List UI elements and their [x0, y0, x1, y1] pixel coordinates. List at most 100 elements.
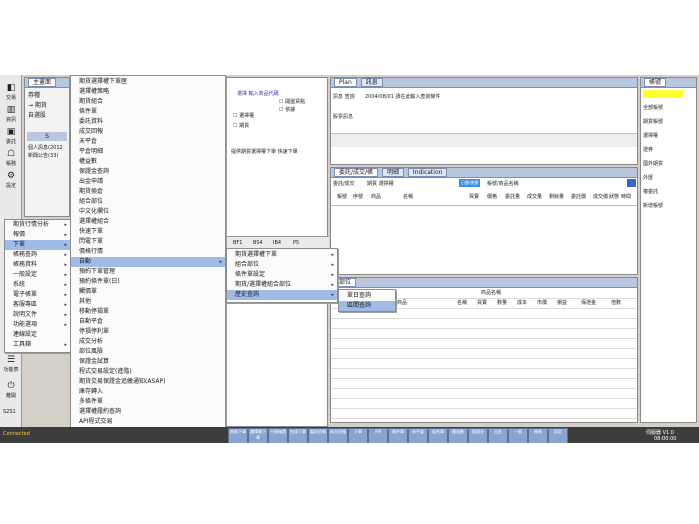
left-row-2[interactable]: → 期貨	[28, 100, 47, 109]
auto-submenu-item-4[interactable]: 歷史查詢 ▸	[227, 290, 337, 300]
main-menu-item-6[interactable]: 系統 ▸	[5, 280, 70, 290]
taskbar-button-0[interactable]: 期貨下單	[228, 428, 248, 443]
history-submenu-item-1[interactable]: 區間查詢	[339, 301, 395, 311]
news-count[interactable]: 新聞公告(33)	[28, 152, 58, 159]
order-submenu-item-8[interactable]: 權益數	[71, 157, 225, 167]
left-row-3[interactable]: 自選股	[28, 110, 46, 119]
auto-submenu-item-0[interactable]: 期貨選擇權下單 ▸	[227, 250, 337, 260]
toolbar-menu-button[interactable]: ☰ 功能表	[1, 355, 21, 377]
tab-main[interactable]: 主畫面	[28, 78, 57, 87]
history-submenu-item-0[interactable]: 單日查詢	[339, 291, 395, 301]
main-menu-item-10[interactable]: 功能選項 ▸	[5, 320, 70, 330]
order-submenu-item-24[interactable]: 自動平倉	[71, 317, 225, 327]
order-submenu-item-0[interactable]: 期貨選擇權下單匣	[71, 77, 225, 87]
toolbar-info-button[interactable]: ▥ 資訊	[1, 105, 21, 127]
order-submenu-item-14[interactable]: 選擇權組合	[71, 217, 225, 227]
tab-plan[interactable]: Plan	[334, 78, 357, 87]
left-row-1[interactable]: 券種	[28, 90, 40, 99]
order-submenu-item-5[interactable]: 成交回報	[71, 127, 225, 137]
tab-details[interactable]: 明細	[381, 168, 404, 177]
taskbar-button-4[interactable]: 委託回報	[308, 428, 328, 443]
checkbox-futures[interactable]: ☐ 期貨	[233, 122, 249, 129]
checkbox-open[interactable]: ☐ 開盤買點	[279, 98, 305, 105]
taskbar-button-6[interactable]: 下單	[348, 428, 368, 443]
taskbar-button-12[interactable]: 保證金	[468, 428, 488, 443]
tab-orders[interactable]: 委託/成交/帳	[334, 168, 379, 177]
right-item-5[interactable]: 國外期貨	[643, 160, 663, 167]
personal-message[interactable]: 個人訊息(2012	[28, 144, 63, 151]
right-item-6[interactable]: 外匯	[643, 174, 653, 181]
taskbar-button-8[interactable]: 條件單	[388, 428, 408, 443]
order-submenu-item-34[interactable]: API程式交易	[71, 417, 225, 427]
taskbar-button-11[interactable]: 權益數	[448, 428, 468, 443]
order-submenu-item-4[interactable]: 委託資料	[71, 117, 225, 127]
main-menu-item-11[interactable]: 連線設定	[5, 330, 70, 340]
order-submenu-item-21[interactable]: 觸價單	[71, 287, 225, 297]
session-chip[interactable]: 日盤/夜盤	[459, 179, 481, 187]
order-submenu-item-7[interactable]: 平倉明細	[71, 147, 225, 157]
left-tab-s[interactable]: S	[27, 132, 67, 141]
main-menu-item-2[interactable]: 下單 ▸	[5, 240, 70, 250]
order-submenu-item-22[interactable]: 其他	[71, 297, 225, 307]
tab-indication[interactable]: Indication	[407, 168, 448, 177]
auto-submenu-item-1[interactable]: 組合部位 ▸	[227, 260, 337, 270]
order-submenu-item-18[interactable]: 自動 ▸	[71, 257, 225, 267]
toolbar-account-button[interactable]: ☖ 帳務	[1, 149, 21, 171]
order-submenu-item-19[interactable]: 預約下單管理	[71, 267, 225, 277]
main-menu-item-1[interactable]: 報價 ▸	[5, 230, 70, 240]
order-filter-select[interactable]: 期貨 選擇權	[367, 180, 394, 187]
right-item-4[interactable]: 證券	[643, 146, 653, 153]
taskbar-button-5[interactable]: 成交回報	[328, 428, 348, 443]
taskbar-button-7[interactable]: API	[368, 428, 388, 443]
taskbar-button-14[interactable]: 一般	[508, 428, 528, 443]
right-item-7[interactable]: 複委託	[643, 188, 658, 195]
order-submenu-item-28[interactable]: 保證金試算	[71, 357, 225, 367]
order-submenu-item-33[interactable]: 選擇權履約查詢	[71, 407, 225, 417]
right-item-2[interactable]: 期貨帳號	[643, 118, 663, 125]
order-submenu-item-20[interactable]: 預約條件單(日)	[71, 277, 225, 287]
main-menu-item-12[interactable]: 工具箱 ▸	[5, 340, 70, 350]
taskbar-button-1[interactable]: 選擇權下單	[248, 428, 268, 443]
order-submenu-item-11[interactable]: 期貨換倉	[71, 187, 225, 197]
order-submenu-item-16[interactable]: 閃電下單	[71, 237, 225, 247]
right-panel-title[interactable]: 帳號	[644, 78, 667, 87]
taskbar-button-3[interactable]: 快速下單	[288, 428, 308, 443]
order-submenu-item-2[interactable]: 期貨組合	[71, 97, 225, 107]
order-submenu-item-23[interactable]: 移動停損單	[71, 307, 225, 317]
order-submenu-item-15[interactable]: 快速下單	[71, 227, 225, 237]
order-submenu-item-26[interactable]: 成交分析	[71, 337, 225, 347]
order-submenu-item-25[interactable]: 停損停利單	[71, 327, 225, 337]
taskbar-button-10[interactable]: 組合單	[428, 428, 448, 443]
order-search-button[interactable]	[627, 179, 636, 187]
taskbar-button-9[interactable]: 未平倉	[408, 428, 428, 443]
taskbar-button-2[interactable]: 行情報價	[268, 428, 288, 443]
order-submenu-item-32[interactable]: 多條件單	[71, 397, 225, 407]
right-item-8[interactable]: 新增帳號	[643, 202, 663, 209]
order-submenu-item-31[interactable]: 庫存轉入	[71, 387, 225, 397]
order-submenu-item-30[interactable]: 期貨交易保證金追繳通知(ASAP)	[71, 377, 225, 387]
toolbar-exit-button[interactable]: ⏻ 離開	[1, 381, 21, 403]
toolbar-order-button[interactable]: ▣ 委託	[1, 127, 21, 149]
order-submenu-item-17[interactable]: 價格行情	[71, 247, 225, 257]
order-submenu-item-13[interactable]: 中文化欄位	[71, 207, 225, 217]
main-menu-item-4[interactable]: 帳務資料 ▸	[5, 260, 70, 270]
order-submenu-item-27[interactable]: 部位風險	[71, 347, 225, 357]
main-menu-item-3[interactable]: 帳務查詢 ▸	[5, 250, 70, 260]
order-submenu-item-9[interactable]: 保證金查詢	[71, 167, 225, 177]
main-menu-item-7[interactable]: 電子帳單 ▸	[5, 290, 70, 300]
toolbar-trade-button[interactable]: ◧ 交易	[1, 83, 21, 105]
checkbox-basis[interactable]: ☐ 依據	[279, 106, 295, 113]
order-submenu-item-12[interactable]: 組合部位	[71, 197, 225, 207]
taskbar-button-16[interactable]: 設定	[548, 428, 568, 443]
taskbar-button-15[interactable]: 帳務	[528, 428, 548, 443]
checkbox-options[interactable]: ☐ 選擇權	[233, 112, 254, 119]
order-submenu-item-29[interactable]: 程式交易設定(進階)	[71, 367, 225, 377]
main-menu-item-0[interactable]: 期貨行情分析 ▸	[5, 220, 70, 230]
order-submenu-item-3[interactable]: 條件單	[71, 107, 225, 117]
main-menu-item-8[interactable]: 客服專區 ▸	[5, 300, 70, 310]
toolbar-settings-button[interactable]: ⚙ 設定	[1, 171, 21, 193]
order-submenu-item-1[interactable]: 選擇權策略	[71, 87, 225, 97]
auto-submenu-item-2[interactable]: 條件單設定 ▸	[227, 270, 337, 280]
account-highlight[interactable]	[643, 90, 683, 98]
auto-submenu-item-3[interactable]: 期貨/選擇權組合部位 ▸	[227, 280, 337, 290]
